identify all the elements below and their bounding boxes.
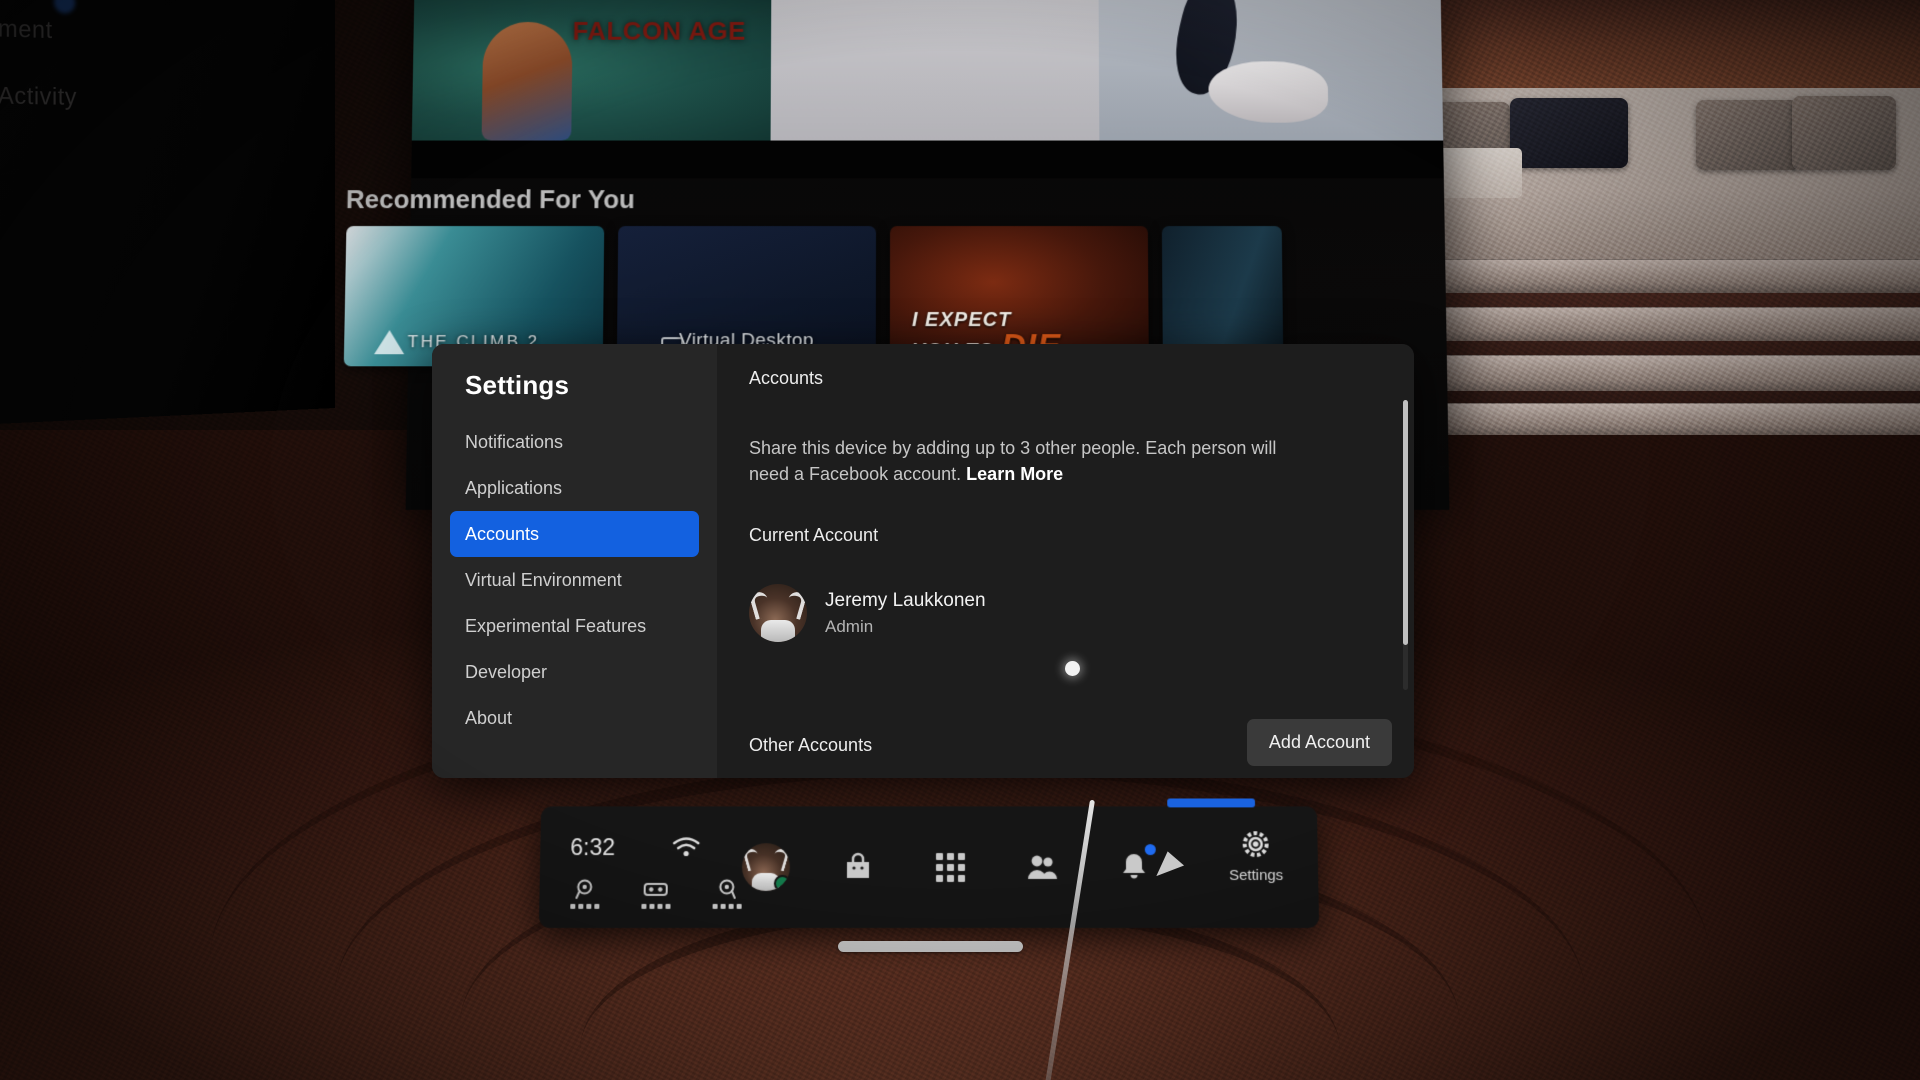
sidebar-item-label: Experimental Features — [465, 615, 647, 636]
avatar — [749, 584, 807, 643]
battery-level-dots — [569, 903, 599, 909]
bg-left-text-2: Activity — [0, 82, 77, 111]
sidebar-item-virtual-environment[interactable]: Virtual Environment — [450, 557, 699, 603]
avatar-horn-left — [749, 590, 773, 621]
sidebar-item-label: Developer — [465, 661, 548, 682]
content-heading: Accounts — [749, 368, 824, 388]
universal-menu-taskbar: 6:32 Settings — [538, 798, 1320, 928]
avatar-horn-right — [783, 590, 807, 621]
sidebar-item-about[interactable]: About — [450, 695, 699, 741]
app-grid-icon — [935, 852, 965, 882]
page-title: Settings — [465, 370, 570, 400]
add-account-button[interactable]: Add Account — [1246, 719, 1392, 766]
left-controller-battery[interactable] — [561, 878, 608, 909]
taskbar-item-settings[interactable]: Settings — [1207, 828, 1304, 884]
battery-level-dots — [640, 903, 671, 909]
bird-hand-art — [1208, 61, 1329, 123]
gear-icon — [1239, 828, 1271, 860]
avatar-body — [761, 620, 795, 643]
hero-card-bird[interactable] — [1098, 0, 1444, 141]
clock: 6:32 — [570, 834, 616, 861]
sidebar-item-experimental-features[interactable]: Experimental Features — [450, 603, 699, 649]
settings-sidebar: Settings Notifications Applications Acco… — [432, 344, 717, 778]
vr-pointer-cursor — [1065, 661, 1080, 676]
sidebar-item-accounts[interactable]: Accounts — [450, 511, 699, 557]
account-text-block: Jeremy Laukkonen Admin — [825, 590, 986, 637]
background-left-panel: ment Activity — [0, 0, 336, 434]
taskbar-item-store[interactable] — [812, 830, 904, 904]
sidebar-item-label: Virtual Environment — [465, 569, 622, 590]
sidebar-item-label: Accounts — [465, 523, 540, 544]
sidebar-item-label: Applications — [465, 477, 563, 498]
home-indicator-bar[interactable] — [838, 941, 1023, 952]
bell-icon — [1122, 854, 1145, 878]
falcon-age-artwork — [481, 21, 573, 141]
mountain-icon — [374, 330, 405, 355]
taskbar-item-profile[interactable] — [720, 830, 813, 904]
store-bag-icon — [846, 853, 870, 878]
wifi-icon — [671, 836, 701, 858]
headset-battery[interactable] — [632, 878, 678, 909]
bg-blue-dot — [53, 0, 76, 14]
vr-scene: ment Activity FALCON AGE Recommended For… — [0, 0, 1920, 1080]
settings-tab-label: Settings — [1228, 867, 1284, 884]
recommended-section-title: Recommended For You — [345, 184, 636, 215]
settings-dialog: Settings Notifications Applications Acco… — [432, 344, 1414, 778]
battery-level-dots — [712, 903, 742, 909]
current-account-row[interactable]: Jeremy Laukkonen Admin — [749, 584, 1380, 643]
taskbar-item-apps[interactable] — [904, 830, 996, 904]
active-tab-indicator — [1167, 798, 1256, 808]
settings-content-pane: Accounts Share this device by adding up … — [717, 344, 1414, 778]
accounts-description: Share this device by adding up to 3 othe… — [749, 435, 1283, 487]
people-icon — [1027, 856, 1057, 879]
account-role: Admin — [825, 616, 874, 636]
current-account-label: Current Account — [749, 525, 879, 546]
scrollbar-thumb[interactable] — [1403, 400, 1408, 645]
hero-banner-title: FALCON AGE — [572, 16, 746, 46]
taskbar-icon-row — [720, 830, 1181, 904]
learn-more-link[interactable]: Learn More — [966, 464, 1063, 484]
notification-badge — [1144, 844, 1156, 856]
account-name: Jeremy Laukkonen — [825, 589, 986, 611]
bg-left-text-1: ment — [0, 15, 53, 45]
sidebar-item-label: About — [465, 707, 513, 728]
avatar-horn-right — [770, 847, 790, 872]
sidebar-item-notifications[interactable]: Notifications — [450, 419, 699, 465]
avatar-horn-left — [742, 847, 762, 872]
store-divider — [411, 140, 1444, 179]
headset-icon — [643, 878, 669, 900]
sidebar-item-label: Notifications — [465, 431, 564, 452]
die-line-1: I EXPECT — [911, 308, 1012, 331]
store-hero-row: FALCON AGE — [411, 0, 1444, 141]
other-accounts-label: Other Accounts — [749, 735, 873, 755]
controller-icon — [573, 878, 595, 900]
avatar-icon — [741, 843, 791, 891]
content-scrollbar[interactable] — [1403, 400, 1408, 690]
hero-card-blank[interactable] — [770, 0, 1100, 141]
hero-card-falcon-age[interactable]: FALCON AGE — [411, 0, 772, 141]
sidebar-item-applications[interactable]: Applications — [450, 465, 699, 511]
sidebar-item-developer[interactable]: Developer — [450, 649, 699, 695]
online-status-dot — [773, 874, 791, 891]
